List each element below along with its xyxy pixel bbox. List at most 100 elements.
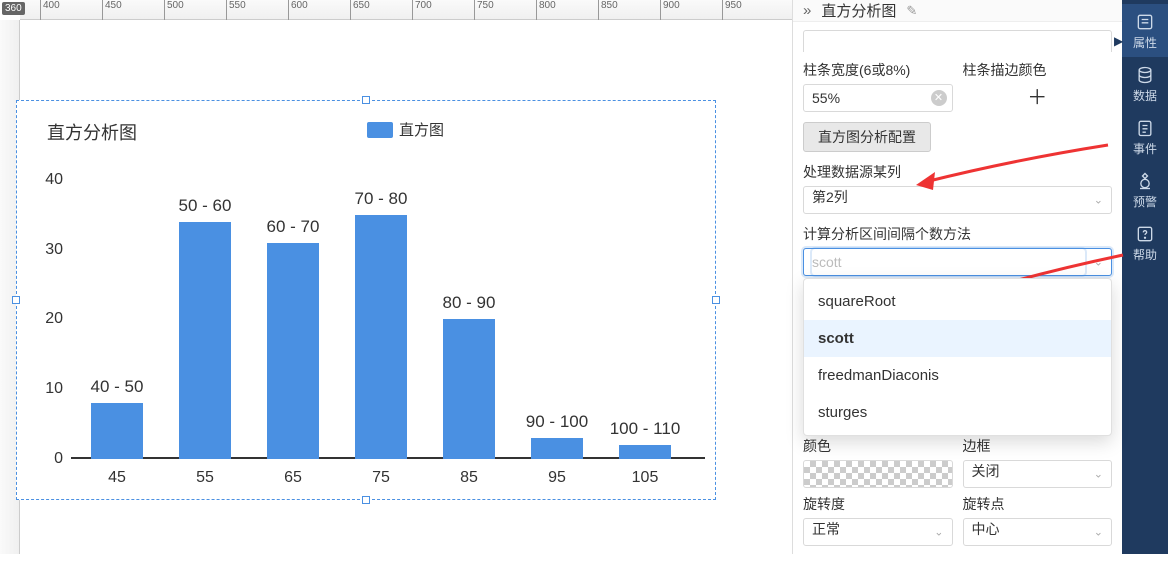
method-select[interactable]: scott ⌄ bbox=[803, 248, 1112, 276]
resize-handle-n[interactable] bbox=[362, 96, 370, 104]
add-color-button[interactable]: ＋ bbox=[963, 84, 1113, 112]
bar-label: 40 - 50 bbox=[91, 377, 144, 397]
ruler-tick: 500 bbox=[164, 0, 184, 20]
rail-item-label: 数据 bbox=[1122, 87, 1168, 104]
y-axis: 010203040 bbox=[31, 166, 67, 459]
bar-label: 90 - 100 bbox=[526, 412, 588, 432]
ruler-tick: 400 bbox=[40, 0, 60, 20]
border-select[interactable]: 关闭 ⌄ bbox=[963, 460, 1113, 488]
method-option[interactable]: sturges bbox=[804, 394, 1111, 431]
chevron-down-icon: ⌄ bbox=[1094, 526, 1103, 539]
rail-item-help[interactable]: 帮助 bbox=[1122, 216, 1168, 269]
resize-handle-w[interactable] bbox=[12, 296, 20, 304]
method-select-value: scott bbox=[812, 249, 1085, 275]
ruler-tick: 850 bbox=[598, 0, 618, 20]
legend-label: 直方图 bbox=[399, 119, 444, 140]
cropped-input[interactable] bbox=[803, 30, 1112, 52]
rotate-select-value: 正常 bbox=[812, 521, 840, 537]
ruler-tick: 800 bbox=[536, 0, 556, 20]
rotate-point-select-value: 中心 bbox=[972, 521, 1000, 537]
column-label: 处理数据源某列 bbox=[803, 162, 1112, 182]
chart-bar bbox=[619, 445, 671, 459]
properties-panel: » 直方分析图 ✎ 柱条宽度(6或8%) ✕ 柱条描边颜色 ＋ bbox=[792, 0, 1122, 554]
method-option[interactable]: freedmanDiaconis bbox=[804, 357, 1111, 394]
chart-bar bbox=[443, 319, 495, 459]
column-select[interactable]: 第2列 ⌄ bbox=[803, 186, 1112, 214]
resize-handle-s[interactable] bbox=[362, 496, 370, 504]
rail-item-label: 帮助 bbox=[1122, 246, 1168, 263]
histogram-config-button[interactable]: 直方图分析配置 bbox=[803, 122, 931, 152]
collapse-icon[interactable]: » bbox=[803, 2, 811, 19]
rail-item-label: 事件 bbox=[1122, 140, 1168, 157]
chevron-down-icon: ⌄ bbox=[934, 526, 943, 539]
rail-item-properties[interactable]: 属性 bbox=[1122, 4, 1168, 57]
bar-label: 70 - 80 bbox=[355, 189, 408, 209]
chart-title: 直方分析图 bbox=[47, 119, 137, 145]
rail-item-label: 属性 bbox=[1122, 34, 1168, 51]
ruler-tick: 700 bbox=[412, 0, 432, 20]
chevron-down-icon: ⌄ bbox=[1094, 256, 1103, 269]
color-label: 颜色 bbox=[803, 436, 953, 456]
method-label: 计算分析区间间隔个数方法 bbox=[803, 224, 1112, 244]
chart-bar bbox=[179, 222, 231, 459]
method-dropdown: squareRootscottfreedmanDiaconissturges bbox=[803, 278, 1112, 436]
border-label: 边框 bbox=[963, 436, 1113, 456]
rail-item-events[interactable]: 事件 bbox=[1122, 110, 1168, 163]
bar-label: 50 - 60 bbox=[179, 196, 232, 216]
bar-label: 80 - 90 bbox=[443, 293, 496, 313]
x-tick-label: 65 bbox=[284, 469, 302, 487]
method-option[interactable]: scott bbox=[804, 320, 1111, 357]
canvas-area[interactable]: 360 400450500550600650700750800850900950… bbox=[0, 0, 792, 554]
x-tick-label: 45 bbox=[108, 469, 126, 487]
panel-title: 直方分析图 bbox=[821, 0, 896, 21]
chart-legend: 直方图 bbox=[367, 119, 444, 140]
edit-icon[interactable]: ✎ bbox=[906, 3, 917, 19]
x-tick-label: 85 bbox=[460, 469, 478, 487]
chart-plot: 010203040 40 - 504550 - 605560 - 706570 … bbox=[71, 166, 705, 459]
rail-item-label: 预警 bbox=[1122, 193, 1168, 210]
ruler-position-badge: 360 bbox=[2, 2, 25, 15]
rail-item-alert[interactable]: 预警 bbox=[1122, 163, 1168, 216]
icon-rail: ▶ 属性数据事件预警帮助 bbox=[1122, 0, 1168, 554]
ruler-horizontal: 360 400450500550600650700750800850900950 bbox=[20, 0, 792, 20]
chevron-down-icon: ⌄ bbox=[1094, 194, 1103, 207]
y-tick-label: 20 bbox=[45, 310, 63, 328]
chart-bar bbox=[267, 243, 319, 459]
rotate-point-select[interactable]: 中心 ⌄ bbox=[963, 518, 1113, 546]
x-tick-label: 95 bbox=[548, 469, 566, 487]
y-tick-label: 40 bbox=[45, 171, 63, 189]
y-tick-label: 0 bbox=[54, 450, 63, 468]
rotate-point-label: 旋转点 bbox=[963, 494, 1113, 514]
x-tick-label: 105 bbox=[632, 469, 659, 487]
bar-label: 60 - 70 bbox=[267, 217, 320, 237]
clear-icon[interactable]: ✕ bbox=[931, 90, 947, 106]
bar-label: 100 - 110 bbox=[610, 419, 681, 439]
x-tick-label: 75 bbox=[372, 469, 390, 487]
panel-header: » 直方分析图 ✎ bbox=[793, 0, 1122, 22]
ruler-tick: 450 bbox=[102, 0, 122, 20]
bar-width-label: 柱条宽度(6或8%) bbox=[803, 60, 953, 80]
chart-bar bbox=[355, 215, 407, 459]
rail-item-data[interactable]: 数据 bbox=[1122, 57, 1168, 110]
ruler-tick: 750 bbox=[474, 0, 494, 20]
chart-bar bbox=[91, 403, 143, 459]
column-select-value: 第2列 bbox=[812, 189, 848, 205]
ruler-tick: 950 bbox=[722, 0, 742, 20]
rotate-label: 旋转度 bbox=[803, 494, 953, 514]
ruler-tick: 600 bbox=[288, 0, 308, 20]
ruler-tick: 550 bbox=[226, 0, 246, 20]
resize-handle-e[interactable] bbox=[712, 296, 720, 304]
border-select-value: 关闭 bbox=[972, 463, 1000, 479]
chart-selection[interactable]: 直方分析图 直方图 010203040 40 - 504550 - 605560… bbox=[16, 100, 716, 500]
ruler-tick: 900 bbox=[660, 0, 680, 20]
color-swatch-input[interactable] bbox=[803, 460, 953, 488]
y-tick-label: 10 bbox=[45, 380, 63, 398]
chart-bar bbox=[531, 438, 583, 459]
ruler-tick: 650 bbox=[350, 0, 370, 20]
chevron-down-icon: ⌄ bbox=[1094, 468, 1103, 481]
stroke-color-label: 柱条描边颜色 bbox=[963, 60, 1113, 80]
rotate-select[interactable]: 正常 ⌄ bbox=[803, 518, 953, 546]
method-option[interactable]: squareRoot bbox=[804, 283, 1111, 320]
y-tick-label: 30 bbox=[45, 241, 63, 259]
x-tick-label: 55 bbox=[196, 469, 214, 487]
